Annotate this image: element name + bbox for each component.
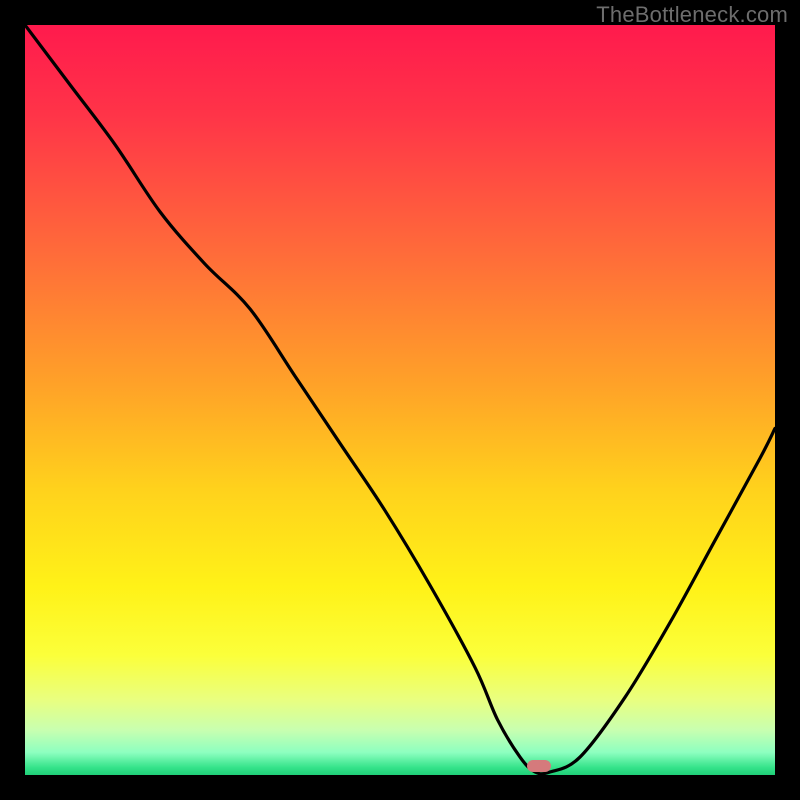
plot-area bbox=[25, 25, 775, 775]
bottleneck-curve bbox=[25, 25, 775, 775]
outer-frame: TheBottleneck.com bbox=[0, 0, 800, 800]
optimal-marker bbox=[527, 760, 551, 772]
